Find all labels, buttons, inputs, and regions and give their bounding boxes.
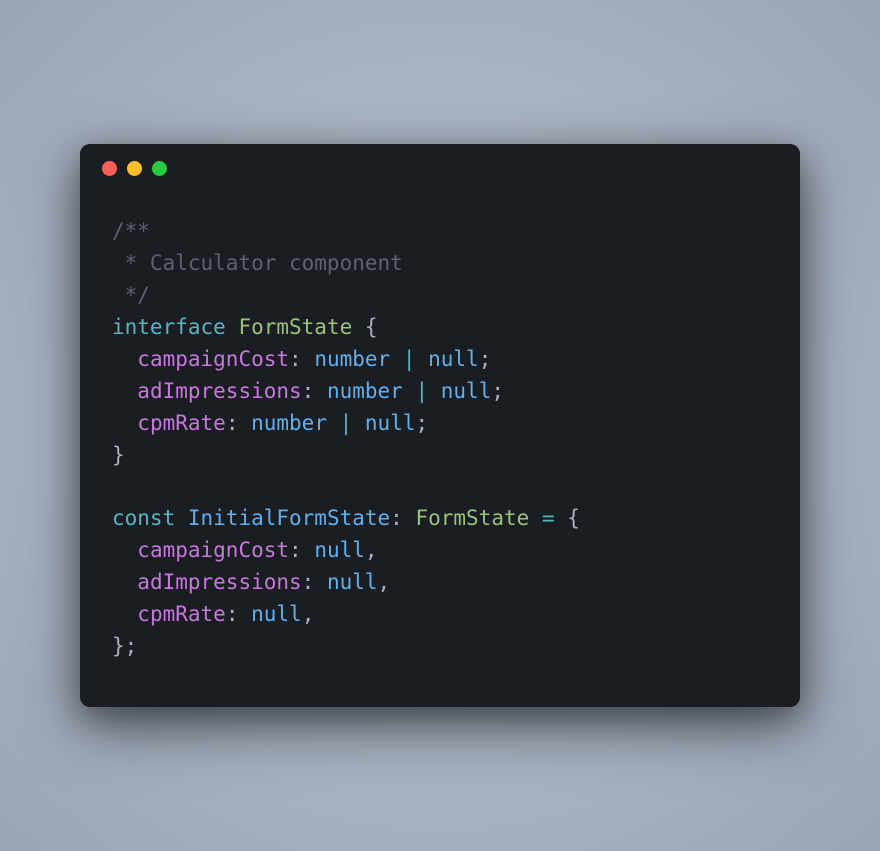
indent (112, 411, 137, 435)
maximize-icon[interactable] (152, 161, 167, 176)
colon: : (226, 602, 251, 626)
brace: { (567, 506, 580, 530)
keyword-const: const (112, 506, 175, 530)
type-builtin: number (327, 379, 403, 403)
comma: , (378, 570, 391, 594)
brace: } (112, 443, 125, 467)
comment-line: */ (112, 283, 150, 307)
var-name: InitialFormState (188, 506, 390, 530)
comment-line: * Calculator component (112, 251, 403, 275)
brace: { (352, 315, 377, 339)
value-null: null (251, 602, 302, 626)
property: campaignCost (137, 538, 289, 562)
pipe: | (390, 347, 428, 371)
comma: , (365, 538, 378, 562)
colon: : (302, 570, 327, 594)
colon: : (289, 347, 314, 371)
pipe: | (403, 379, 441, 403)
colon: : (302, 379, 327, 403)
type-builtin: number (314, 347, 390, 371)
semicolon: ; (415, 411, 428, 435)
property: adImpressions (137, 379, 301, 403)
property: cpmRate (137, 411, 226, 435)
code-window: /** * Calculator component */ interface … (80, 144, 800, 707)
indent (112, 538, 137, 562)
titlebar (80, 144, 800, 192)
code-editor[interactable]: /** * Calculator component */ interface … (80, 192, 800, 707)
property: cpmRate (137, 602, 226, 626)
property: adImpressions (137, 570, 301, 594)
semicolon: ; (491, 379, 504, 403)
colon: : (289, 538, 314, 562)
semicolon: ; (479, 347, 492, 371)
comma: , (302, 602, 315, 626)
type-builtin: null (441, 379, 492, 403)
equals: = (529, 506, 567, 530)
brace: } (112, 634, 125, 658)
type-builtin: null (365, 411, 416, 435)
comment-line: /** (112, 219, 150, 243)
minimize-icon[interactable] (127, 161, 142, 176)
keyword-interface: interface (112, 315, 226, 339)
indent (112, 379, 137, 403)
value-null: null (327, 570, 378, 594)
type-name: FormState (238, 315, 352, 339)
property: campaignCost (137, 347, 289, 371)
indent (112, 347, 137, 371)
type-builtin: null (428, 347, 479, 371)
close-icon[interactable] (102, 161, 117, 176)
colon: : (226, 411, 251, 435)
type-name: FormState (415, 506, 529, 530)
indent (112, 602, 137, 626)
value-null: null (314, 538, 365, 562)
pipe: | (327, 411, 365, 435)
type-builtin: number (251, 411, 327, 435)
semicolon: ; (125, 634, 138, 658)
colon: : (390, 506, 415, 530)
indent (112, 570, 137, 594)
